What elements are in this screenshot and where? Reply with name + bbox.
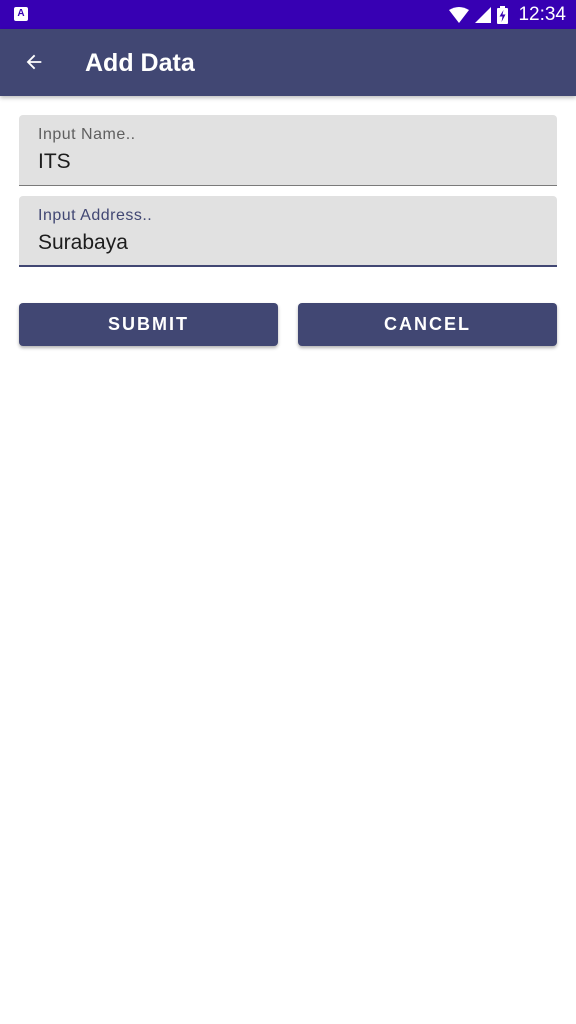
name-field-label: Input Name.. <box>38 126 136 143</box>
status-icons: 12:34 <box>449 0 566 29</box>
app-bar: Add Data <box>0 29 576 96</box>
back-button[interactable] <box>14 42 54 82</box>
page-title: Add Data <box>85 49 195 77</box>
wifi-icon <box>449 6 470 23</box>
address-field-label: Input Address.. <box>38 207 153 224</box>
status-bar: A 12:34 <box>0 0 576 29</box>
status-time: 12:34 <box>518 3 566 25</box>
arrow-back-icon <box>26 54 42 70</box>
cancel-button[interactable]: CANCEL <box>298 303 557 346</box>
submit-button[interactable]: SUBMIT <box>19 303 278 346</box>
signal-icon <box>475 6 492 23</box>
name-input[interactable] <box>38 148 538 176</box>
address-field[interactable]: Input Address.. <box>19 196 557 267</box>
address-input[interactable] <box>38 229 538 257</box>
name-field[interactable]: Input Name.. <box>19 115 557 186</box>
app-notification-icon: A <box>14 7 28 21</box>
battery-charging-icon <box>497 5 509 24</box>
